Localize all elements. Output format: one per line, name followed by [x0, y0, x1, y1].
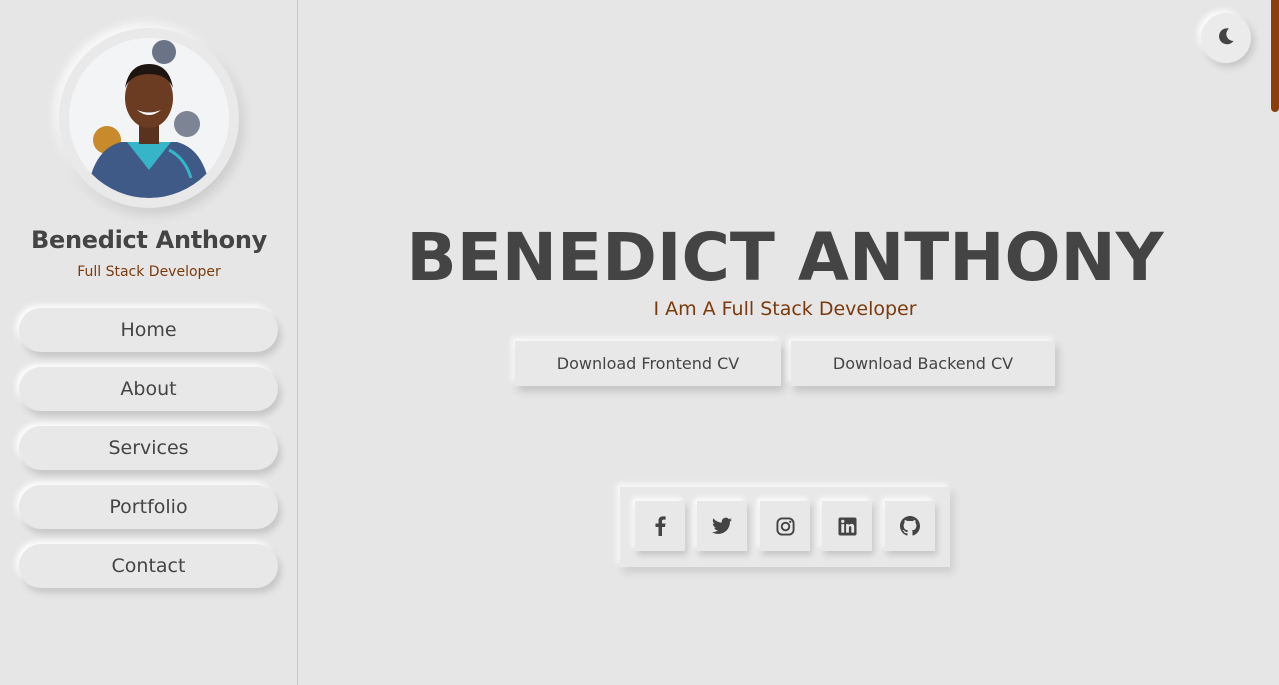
nav-item-services[interactable]: Services	[19, 426, 278, 470]
instagram-link[interactable]	[760, 501, 810, 551]
scrollbar-thumb[interactable]	[1271, 0, 1279, 112]
nav-item-home[interactable]: Home	[19, 308, 278, 352]
sidebar-nav: Home About Services Portfolio Contact	[19, 308, 278, 603]
sidebar: Benedict Anthony Full Stack Developer Ho…	[0, 0, 298, 685]
profile-role: Full Stack Developer	[77, 264, 221, 280]
linkedin-link[interactable]	[822, 501, 872, 551]
facebook-icon	[654, 516, 666, 536]
github-link[interactable]	[885, 501, 935, 551]
hero-subtitle: I Am A Full Stack Developer	[653, 298, 917, 320]
download-backend-cv-button[interactable]: Download Backend CV	[791, 341, 1055, 386]
instagram-icon	[775, 516, 795, 536]
social-links	[620, 487, 950, 567]
github-icon	[900, 516, 920, 536]
twitter-link[interactable]	[697, 501, 747, 551]
facebook-link[interactable]	[635, 501, 685, 551]
linkedin-icon	[837, 516, 857, 536]
nav-item-portfolio[interactable]: Portfolio	[19, 485, 278, 529]
moon-icon	[1216, 26, 1236, 50]
hero-title: BENEDICT ANTHONY	[406, 219, 1164, 296]
avatar	[69, 38, 229, 198]
download-frontend-cv-button[interactable]: Download Frontend CV	[515, 341, 781, 386]
theme-toggle-button[interactable]	[1201, 13, 1251, 63]
profile-name: Benedict Anthony	[30, 226, 268, 254]
nav-item-about[interactable]: About	[19, 367, 278, 411]
nav-item-contact[interactable]: Contact	[19, 544, 278, 588]
avatar-frame	[59, 28, 239, 208]
twitter-icon	[712, 517, 732, 535]
